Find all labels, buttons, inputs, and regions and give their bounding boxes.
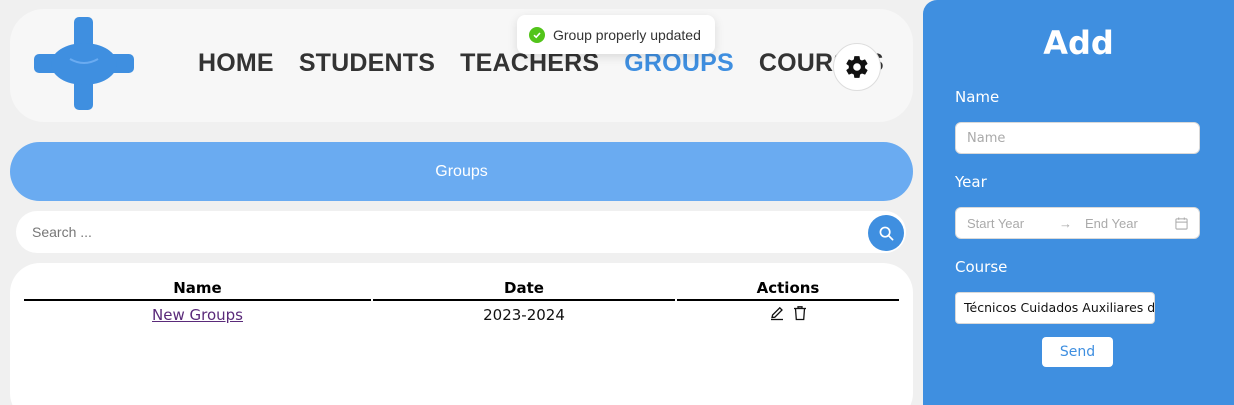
send-button[interactable]: Send [1042,337,1113,367]
row-actions [677,301,899,329]
delete-icon[interactable] [793,305,807,321]
search-input[interactable] [32,211,852,253]
name-input[interactable] [967,130,1199,146]
range-arrow-icon: → [1059,215,1072,231]
end-year-placeholder[interactable]: End Year [1085,216,1177,231]
gear-icon [846,56,868,78]
table-row: New Groups 2023-2024 [24,301,899,329]
toast-message: Group properly updated [553,26,701,43]
course-label: Course [955,258,1008,276]
search-button[interactable] [868,215,904,251]
row-name-cell: New Groups [24,301,371,329]
group-link[interactable]: New Groups [152,306,243,324]
column-header-date: Date [373,277,675,301]
success-toast: Group properly updated [517,15,715,54]
groups-table-card: Name Date Actions New Groups 2023-2024 [10,263,913,405]
column-header-name: Name [24,277,371,301]
row-date: 2023-2024 [483,306,565,324]
column-header-actions: Actions [677,277,899,301]
nav-home[interactable]: HOME [198,49,274,78]
year-label: Year [955,173,987,191]
course-select[interactable]: Técnicos Cuidados Auxiliares de Enfermer… [955,292,1155,324]
header: HOME STUDENTS TEACHERS GROUPS COURSES [10,9,913,122]
name-label: Name [955,88,1000,106]
calendar-icon [1175,216,1188,230]
search-bar [16,211,906,253]
settings-button[interactable] [833,43,881,91]
year-range-picker[interactable]: Start Year → End Year [955,207,1200,239]
edit-icon[interactable] [769,305,785,321]
check-circle-icon [529,26,545,43]
add-group-panel: Add Name Year Start Year → End Year Cour… [923,0,1234,405]
groups-table: Name Date Actions New Groups 2023-2024 [22,277,901,329]
search-icon [879,226,893,240]
page-title-banner: Groups [10,142,913,201]
name-field-wrap [955,122,1200,154]
page-title: Groups [435,162,488,180]
nav-students[interactable]: STUDENTS [299,49,435,78]
logo-cross-icon[interactable] [34,17,134,110]
start-year-placeholder[interactable]: Start Year [967,216,1059,231]
panel-title: Add [1043,24,1114,62]
